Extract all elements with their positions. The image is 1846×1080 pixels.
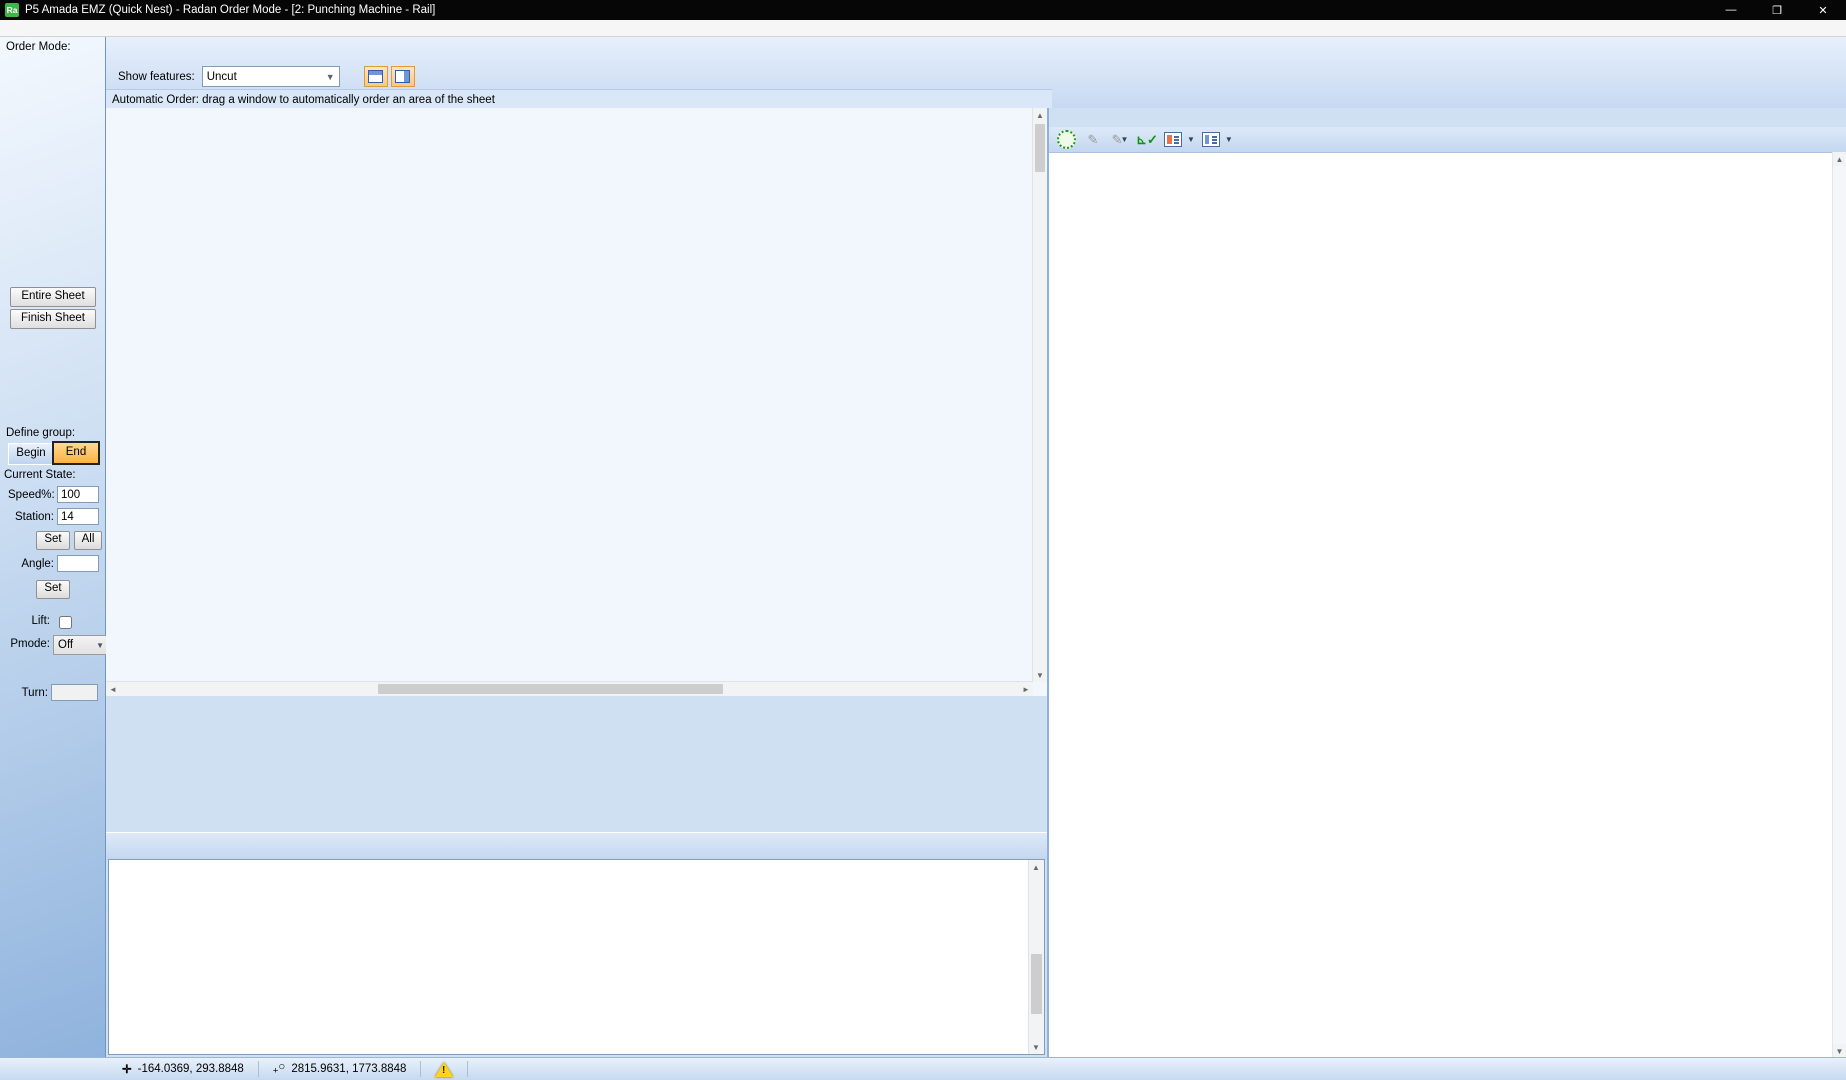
split-horizontal-icon[interactable]	[364, 66, 388, 87]
scroll-down-icon[interactable]: ▼	[1833, 1044, 1846, 1058]
station-input[interactable]	[57, 508, 99, 525]
chevron-down-icon: ▼	[326, 72, 335, 82]
sheet-coords: 2815.9631, 1773.8848	[291, 1063, 406, 1075]
sheet-size: +○ 2815.9631, 1773.8848	[259, 1058, 421, 1080]
begin-button[interactable]: Begin	[8, 443, 54, 465]
view-list-icon[interactable]	[1164, 132, 1182, 147]
order-text-scrollbar[interactable]: ▲ ▼	[1028, 860, 1044, 1054]
auto-tool-icon[interactable]: ⊾✓	[1137, 130, 1157, 150]
show-features-dropdown[interactable]: Uncut ▼	[202, 66, 340, 87]
edit-tool-icon[interactable]: ✎	[1083, 130, 1103, 150]
scroll-up-icon[interactable]: ▲	[1029, 860, 1043, 874]
pmode-value: Off	[58, 639, 73, 651]
angle-input[interactable]	[57, 555, 99, 572]
right-panel: ✎ ✎▼ ⊾✓ ▼ ▼ ▲ ▼	[1049, 108, 1846, 1058]
turn-input[interactable]	[51, 684, 98, 701]
app-icon: Ra	[5, 3, 19, 17]
status-bar: ✛ -164.0369, 293.8848 +○ 2815.9631, 1773…	[0, 1057, 1846, 1080]
angle-label: Angle:	[8, 558, 54, 570]
scroll-up-icon[interactable]: ▲	[1033, 108, 1047, 122]
edit-tool-arrow-icon[interactable]: ✎▼	[1110, 130, 1130, 150]
view-toolbar: Show features: Uncut ▼	[108, 66, 415, 87]
all-button[interactable]: All	[74, 531, 102, 550]
scroll-left-icon[interactable]: ◄	[106, 682, 120, 696]
right-panel-tabs	[1049, 108, 1846, 127]
scroll-right-icon[interactable]: ►	[1019, 682, 1033, 696]
maximize-button[interactable]: ❐	[1754, 0, 1800, 20]
speed-input[interactable]	[57, 486, 99, 503]
left-sidebar: Order Mode: Entire Sheet Finish Sheet De…	[0, 37, 106, 1058]
split-vertical-icon[interactable]	[391, 66, 415, 87]
finish-sheet-button[interactable]: Finish Sheet	[10, 309, 96, 329]
pmode-label: Pmode:	[6, 638, 50, 650]
nest-canvas[interactable]: ▲ ▼ ◄ ►	[106, 108, 1047, 697]
title-bar: Ra P5 Amada EMZ (Quick Nest) - Radan Ord…	[0, 0, 1846, 20]
minimize-button[interactable]: —	[1708, 0, 1754, 20]
cursor-position-icon: ✛	[122, 1062, 132, 1076]
entire-sheet-button[interactable]: Entire Sheet	[10, 287, 96, 307]
cursor-position: ✛ -164.0369, 293.8848	[108, 1058, 258, 1080]
lift-label: Lift:	[26, 615, 50, 627]
define-group-label: Define group:	[6, 427, 75, 439]
show-features-label: Show features:	[118, 71, 195, 83]
set-button[interactable]: Set	[36, 531, 70, 550]
end-button[interactable]: End	[52, 441, 100, 465]
bottom-dock: ▲ ▼	[106, 810, 1047, 1058]
view-detail-icon[interactable]	[1202, 132, 1220, 147]
window-title: P5 Amada EMZ (Quick Nest) - Radan Order …	[25, 4, 435, 16]
order-text-area[interactable]: ▲ ▼	[108, 859, 1045, 1055]
pmode-dropdown[interactable]: Off ▼	[53, 635, 109, 655]
nest-drawing[interactable]	[106, 108, 1031, 680]
hint-text: Automatic Order: drag a window to automa…	[112, 94, 495, 106]
dock-tabs	[106, 810, 1047, 832]
order-text-toolbar	[106, 832, 1047, 860]
tool-balloons-icon[interactable]	[1057, 130, 1076, 149]
speed-label: Speed%:	[8, 489, 54, 501]
turn-label: Turn:	[12, 687, 48, 699]
warning-indicator[interactable]	[421, 1058, 467, 1080]
scroll-down-icon[interactable]: ▼	[1033, 668, 1047, 682]
scroll-up-icon[interactable]: ▲	[1833, 152, 1846, 166]
show-features-value: Uncut	[207, 71, 237, 83]
hint-bar: Automatic Order: drag a window to automa…	[106, 89, 1052, 109]
lift-checkbox[interactable]	[59, 616, 72, 629]
right-panel-scrollbar[interactable]: ▲ ▼	[1832, 152, 1846, 1058]
chevron-down-icon: ▼	[1225, 135, 1233, 144]
chevron-down-icon: ▼	[96, 641, 104, 650]
cursor-coords: -164.0369, 293.8848	[138, 1063, 244, 1075]
toolbar-zone: Show features: Uncut ▼ Automatic Order: …	[0, 37, 1846, 109]
canvas-horizontal-scrollbar[interactable]: ◄ ►	[106, 681, 1033, 696]
menu-bar	[0, 20, 1846, 37]
sheet-size-icon: +○	[273, 1061, 286, 1076]
order-mode-label: Order Mode:	[6, 41, 71, 53]
dock-spacer	[106, 696, 1047, 810]
set-angle-button[interactable]: Set	[36, 580, 70, 599]
window-controls: —❐✕	[1708, 0, 1846, 20]
canvas-vertical-scrollbar[interactable]: ▲ ▼	[1032, 108, 1047, 682]
tool-loading-toolbar: ✎ ✎▼ ⊾✓ ▼ ▼	[1049, 127, 1846, 153]
scroll-down-icon[interactable]: ▼	[1029, 1040, 1043, 1054]
warning-icon	[435, 1062, 453, 1077]
current-state-label: Current State:	[4, 469, 76, 481]
station-label: Station:	[8, 511, 54, 523]
chevron-down-icon: ▼	[1187, 135, 1195, 144]
close-button[interactable]: ✕	[1800, 0, 1846, 20]
